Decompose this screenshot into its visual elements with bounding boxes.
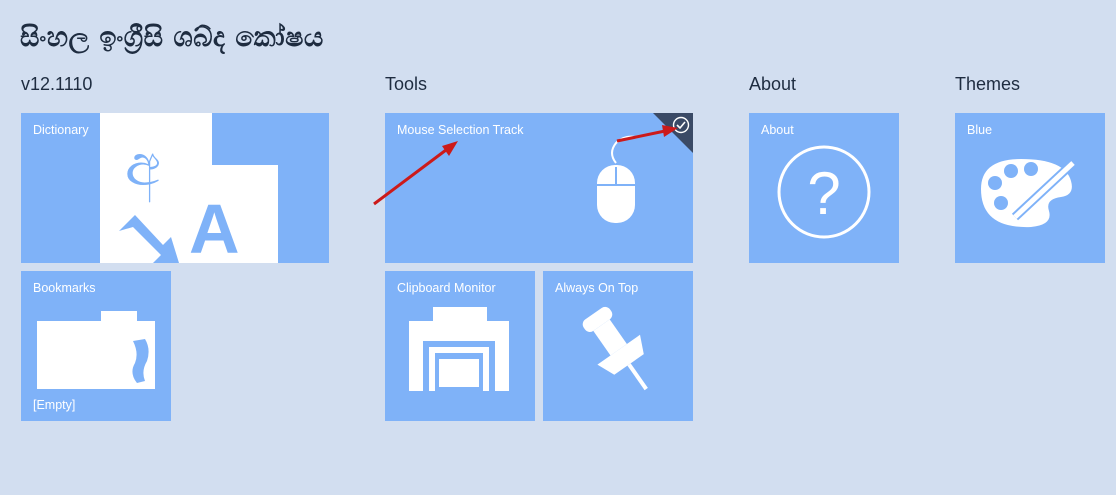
- always-on-top-label: Always On Top: [555, 281, 639, 295]
- bookmarks-tile-label: Bookmarks: [33, 281, 96, 295]
- section-themes: Themes: [955, 74, 1021, 94]
- section-about: About: [749, 74, 797, 94]
- app-title: සිංහල ඉංග්‍රීසි ශබ්ද කෝෂය: [20, 22, 324, 53]
- mouse-selection-track-tile[interactable]: Mouse Selection Track: [385, 113, 693, 263]
- latin-letter-glyph: A: [189, 190, 240, 263]
- bookmarks-tile[interactable]: Bookmarks [Empty]: [21, 271, 171, 421]
- theme-blue-label: Blue: [967, 123, 993, 137]
- sinhala-letter-glyph: අ: [125, 131, 161, 203]
- question-mark-glyph: ?: [807, 160, 840, 227]
- dictionary-tile[interactable]: අ A Dictionary: [21, 113, 329, 263]
- mouse-selection-track-label: Mouse Selection Track: [397, 123, 524, 137]
- about-tile[interactable]: ? About: [749, 113, 899, 263]
- always-on-top-tile[interactable]: Always On Top: [543, 271, 693, 421]
- section-tools: Tools: [385, 74, 428, 94]
- dictionary-tile-label: Dictionary: [33, 123, 89, 137]
- section-version: v12.1110: [21, 74, 93, 94]
- bookmarks-count: [Empty]: [33, 398, 76, 412]
- theme-blue-tile[interactable]: Blue: [955, 113, 1105, 263]
- checkmark-icon: [672, 116, 690, 134]
- about-tile-label: About: [761, 123, 794, 137]
- clipboard-monitor-tile[interactable]: Clipboard Monitor: [385, 271, 535, 421]
- clipboard-monitor-label: Clipboard Monitor: [397, 281, 496, 295]
